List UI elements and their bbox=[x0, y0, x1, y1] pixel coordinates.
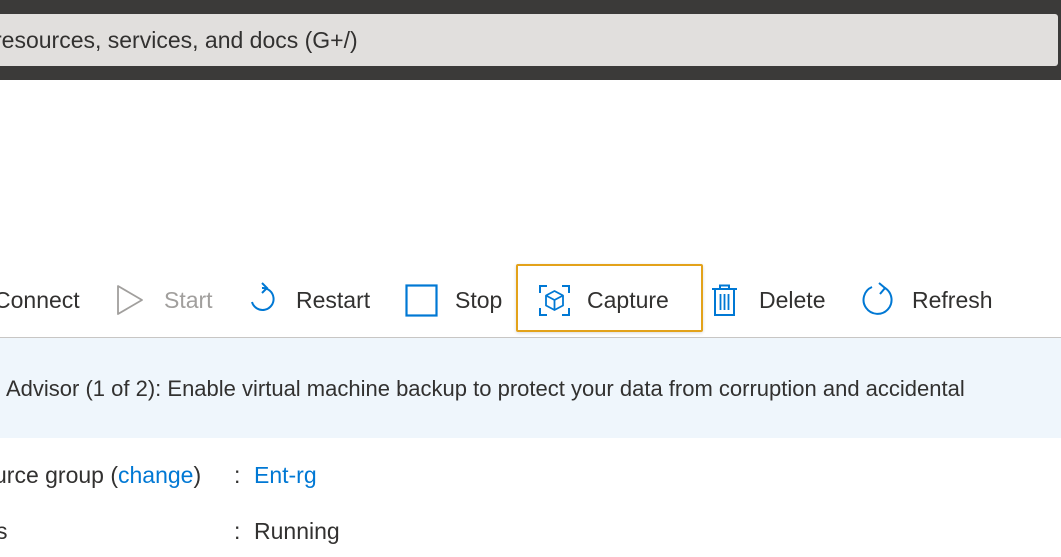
start-label: Start bbox=[164, 286, 213, 313]
restart-label: Restart bbox=[296, 286, 371, 313]
resource-group-separator: : bbox=[234, 462, 241, 488]
top-bar: resources, services, and docs (G+/) bbox=[0, 0, 1061, 80]
capture-button[interactable]: Capture bbox=[538, 262, 669, 338]
refresh-icon bbox=[862, 282, 896, 318]
restart-icon bbox=[248, 282, 276, 318]
stop-icon bbox=[405, 283, 438, 317]
delete-button[interactable]: Delete bbox=[711, 262, 825, 338]
resource-group-value-link[interactable]: Ent-rg bbox=[254, 462, 317, 489]
advisor-message: Advisor (1 of 2): Enable virtual machine… bbox=[6, 376, 965, 401]
capture-icon bbox=[538, 284, 571, 317]
stop-label: Stop bbox=[455, 286, 503, 313]
stop-button[interactable]: Stop bbox=[405, 262, 502, 338]
play-icon bbox=[114, 284, 146, 316]
resource-group-label: urce group (change) bbox=[0, 462, 202, 488]
delete-label: Delete bbox=[759, 286, 826, 313]
trash-icon bbox=[711, 284, 738, 317]
change-resource-group-link[interactable]: change bbox=[118, 462, 193, 488]
start-button[interactable]: Start bbox=[114, 262, 213, 338]
search-input[interactable]: resources, services, and docs (G+/) bbox=[0, 14, 1058, 66]
command-toolbar: Connect Start Restart Stop Capture Delet… bbox=[0, 262, 1061, 338]
status-separator: : bbox=[234, 518, 241, 544]
connect-label: Connect bbox=[0, 286, 80, 313]
refresh-button[interactable]: Refresh bbox=[862, 262, 993, 338]
status-value: Running bbox=[254, 518, 340, 544]
connect-button[interactable]: Connect bbox=[0, 262, 80, 338]
restart-button[interactable]: Restart bbox=[248, 262, 370, 338]
refresh-label: Refresh bbox=[912, 286, 993, 313]
search-placeholder: resources, services, and docs (G+/) bbox=[0, 27, 358, 53]
status-label: s bbox=[0, 518, 8, 544]
capture-label: Capture bbox=[587, 286, 669, 313]
